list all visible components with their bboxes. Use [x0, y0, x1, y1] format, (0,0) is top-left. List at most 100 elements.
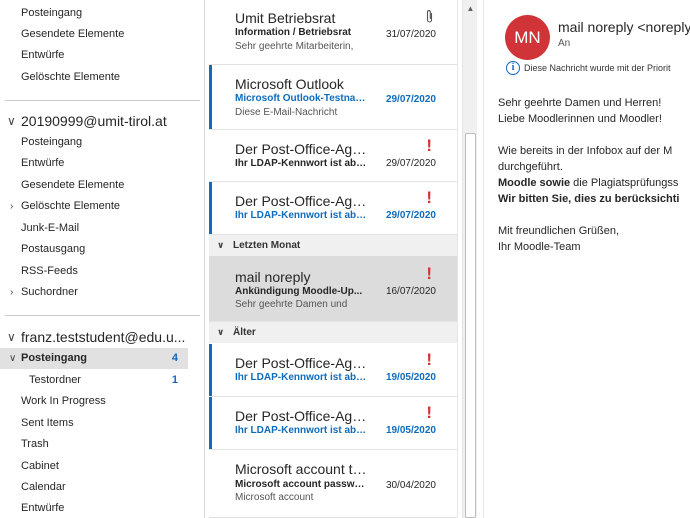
- chevron-down-icon[interactable]: ∨: [9, 348, 16, 369]
- folder-label: Postausgang: [21, 243, 86, 255]
- folder-entwuerfe[interactable]: Entwürfe: [0, 153, 204, 174]
- body-line: durchgeführt.: [498, 161, 563, 173]
- folder-label: Posteingang: [21, 136, 83, 148]
- folder-entwuerfe[interactable]: Entwürfe: [0, 45, 204, 66]
- folder-junk-e-mail[interactable]: Junk-E-Mail: [0, 218, 204, 239]
- folder-trash[interactable]: Trash: [0, 434, 204, 455]
- body-bold: Moodle sowie: [498, 177, 571, 189]
- folder-label: Gelöschte Elemente: [21, 200, 121, 212]
- message-date: 19/05/2020: [385, 372, 436, 383]
- message-preview: Sehr geehrte Mitarbeiterin,: [235, 41, 354, 52]
- message-sender: Der Post-Office-Age...: [235, 408, 370, 424]
- folder-posteingang-selected[interactable]: ∨ Posteingang 4: [0, 348, 188, 369]
- info-text: Diese Nachricht wurde mit der Priorit: [524, 63, 671, 73]
- folder-postausgang[interactable]: Postausgang: [0, 239, 204, 260]
- body-line: Wir bitten Sie, dies zu berücksichti: [498, 191, 690, 207]
- body-line: Ihr Moodle-Team: [498, 241, 581, 253]
- chevron-down-icon[interactable]: ∨: [217, 235, 224, 256]
- folder-posteingang[interactable]: Posteingang: [0, 132, 204, 153]
- chevron-down-icon[interactable]: ∨: [217, 322, 224, 343]
- folder-label: Posteingang: [21, 352, 88, 364]
- folder-calendar[interactable]: Calendar: [0, 477, 204, 498]
- message-item[interactable]: Microsoft account te... Microsoft accoun…: [209, 450, 457, 518]
- folder-sent-items[interactable]: Sent Items: [0, 413, 204, 434]
- message-list-scrollbar[interactable]: ▲: [462, 0, 477, 518]
- group-header-older[interactable]: ∨ Älter: [209, 322, 457, 343]
- info-icon: i: [506, 61, 520, 75]
- to-label: An: [558, 38, 571, 49]
- importance-high-icon: !: [426, 136, 432, 155]
- folder-label: Sent Items: [21, 417, 74, 429]
- folder-label: Entwürfe: [21, 157, 65, 169]
- message-list: Umit Betriebsrat Information / Betriebsr…: [209, 0, 458, 518]
- folder-gesendete-elemente[interactable]: Gesendete Elemente: [0, 24, 204, 45]
- message-subject: Ihr LDAP-Kennwort ist abg...: [235, 158, 367, 169]
- group-label: Letzten Monat: [233, 240, 301, 251]
- importance-high-icon: !: [426, 264, 432, 283]
- message-date: 19/05/2020: [385, 425, 436, 436]
- folder-gesendete-elemente[interactable]: Gesendete Elemente: [0, 175, 204, 196]
- chevron-down-icon[interactable]: ∨: [7, 109, 16, 133]
- group-label: Älter: [233, 327, 256, 338]
- message-date: 16/07/2020: [385, 286, 436, 297]
- body-bold: Wir bitten Sie, dies zu berücksichti: [498, 193, 680, 205]
- folder-label: Testordner: [29, 374, 81, 386]
- folder-label: Entwürfe: [21, 502, 65, 514]
- scrollbar-thumb[interactable]: [465, 133, 476, 518]
- message-preview: Sehr geehrte Damen und: [235, 299, 348, 310]
- folder-label: Calendar: [21, 481, 66, 493]
- body-line: Sehr geehrte Damen und Herren!: [498, 97, 662, 109]
- body-line: Liebe Moodlerinnen und Moodler!: [498, 113, 662, 125]
- folder-posteingang[interactable]: Posteingang: [0, 3, 204, 24]
- folder-label: Gesendete Elemente: [21, 28, 125, 40]
- group-header-last-month[interactable]: ∨ Letzten Monat: [209, 235, 457, 256]
- unread-count: 1: [171, 374, 178, 386]
- scroll-up-arrow-icon[interactable]: ▲: [465, 3, 476, 14]
- message-item[interactable]: Der Post-Office-Age... ! Ihr LDAP-Kennwo…: [209, 397, 457, 450]
- folder-geloeschte-elemente[interactable]: Gelöschte Elemente: [0, 67, 204, 88]
- folder-geloeschte-elemente[interactable]: › Gelöschte Elemente: [0, 196, 204, 217]
- body-text-span: die Plagiatsprüfungss: [570, 177, 679, 189]
- avatar[interactable]: MN: [505, 15, 550, 60]
- chevron-down-icon[interactable]: ∨: [7, 325, 16, 349]
- message-sender: mail noreply: [235, 269, 311, 285]
- message-item-selected[interactable]: mail noreply ! Ankündigung Moodle-Up... …: [209, 256, 457, 322]
- message-subject: Information / Betriebsrat: [235, 27, 352, 38]
- folder-testordner[interactable]: Testordner 1: [0, 370, 204, 391]
- account-header-umit[interactable]: ∨ 20190999@umit-tirol.at: [0, 109, 204, 133]
- message-item[interactable]: Der Post-Office-Age... ! Ihr LDAP-Kennwo…: [209, 344, 457, 397]
- chevron-right-icon[interactable]: ›: [10, 282, 13, 303]
- message-date: 29/07/2020: [385, 94, 436, 105]
- body-line: Wie bereits in der Infobox auf der M: [498, 145, 673, 157]
- folder-label: Gelöschte Elemente: [21, 71, 121, 83]
- folder-label: Trash: [21, 438, 49, 450]
- message-sender: Microsoft Outlook: [235, 76, 344, 92]
- folder-rss-feeds[interactable]: RSS-Feeds: [0, 261, 204, 282]
- body-line: Mit freundlichen Grüßen,: [498, 225, 620, 237]
- message-item[interactable]: Der Post-Office-Age... ! Ihr LDAP-Kennwo…: [209, 130, 457, 182]
- message-body: Sehr geehrte Damen und Herren! Liebe Moo…: [498, 95, 690, 255]
- message-item[interactable]: Der Post-Office-Age... ! Ihr LDAP-Kennwo…: [209, 182, 457, 235]
- folder-cabinet[interactable]: Cabinet: [0, 456, 204, 477]
- message-preview: Diese E-Mail-Nachricht: [235, 107, 338, 118]
- importance-high-icon: !: [426, 403, 432, 422]
- message-subject: Microsoft account passwor...: [235, 479, 367, 490]
- folder-label: Entwürfe: [21, 49, 65, 61]
- divider: [5, 100, 200, 101]
- account-header-edu[interactable]: ∨ franz.teststudent@edu.u...: [0, 325, 204, 349]
- info-bar: i Diese Nachricht wurde mit der Priorit: [502, 58, 690, 78]
- message-subject: Ihr LDAP-Kennwort ist abg...: [235, 372, 367, 383]
- message-subject: Ihr LDAP-Kennwort ist abg...: [235, 425, 367, 436]
- folder-pane: Posteingang Gesendete Elemente Entwürfe …: [0, 0, 205, 518]
- folder-suchordner[interactable]: › Suchordner: [0, 282, 204, 303]
- folder-entwuerfe[interactable]: Entwürfe: [0, 498, 204, 518]
- message-from[interactable]: mail noreply <noreply: [558, 19, 690, 35]
- message-item[interactable]: Umit Betriebsrat Information / Betriebsr…: [209, 0, 457, 65]
- message-subject: Microsoft Outlook-Testnac...: [235, 93, 367, 104]
- folder-work-in-progress[interactable]: Work In Progress: [0, 391, 204, 412]
- message-date: 29/07/2020: [385, 210, 436, 221]
- message-item[interactable]: Microsoft Outlook Microsoft Outlook-Test…: [209, 65, 457, 130]
- message-date: 30/04/2020: [385, 480, 436, 491]
- chevron-right-icon[interactable]: ›: [10, 196, 13, 217]
- message-date: 31/07/2020: [385, 29, 436, 40]
